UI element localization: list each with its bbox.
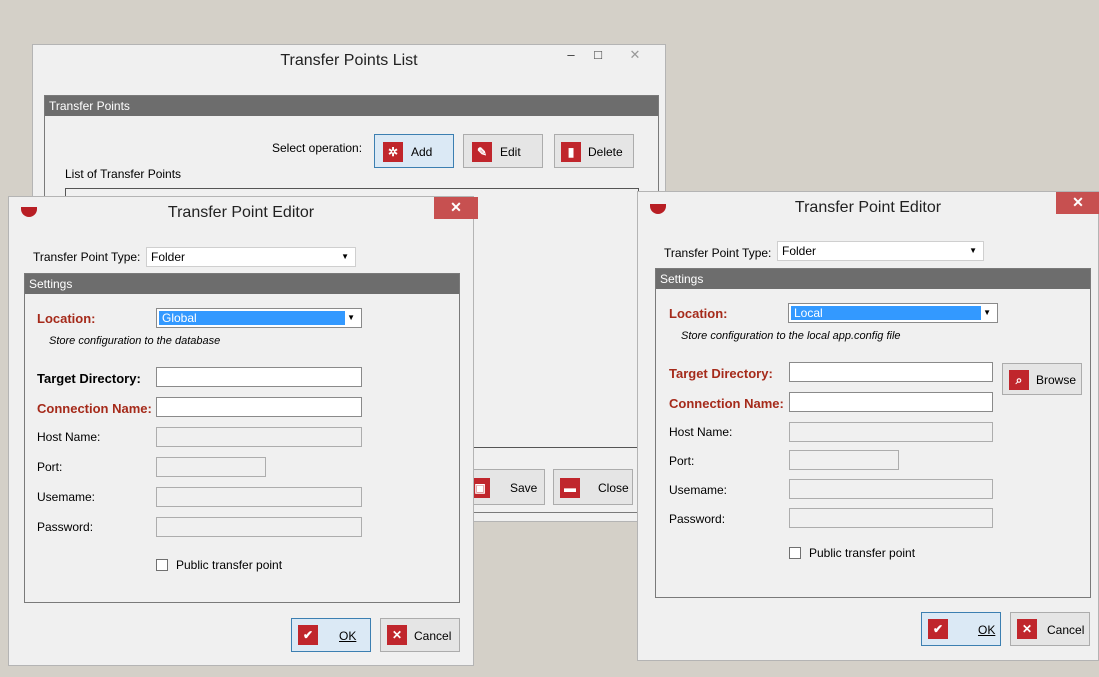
- checkmark-icon: ✔: [298, 625, 318, 645]
- ok-button[interactable]: ✔ OK: [291, 618, 371, 652]
- connection-name-input[interactable]: [789, 392, 993, 412]
- gear-icon: ✲: [383, 142, 403, 162]
- type-label: Transfer Point Type:: [664, 246, 772, 260]
- settings-header: Settings: [25, 274, 459, 294]
- ok-button-label: OK: [978, 623, 996, 637]
- type-select-value: Folder: [151, 250, 186, 264]
- cancel-button[interactable]: ✕ Cancel: [1010, 612, 1090, 646]
- checkmark-icon: ✔: [928, 619, 948, 639]
- host-name-label: Host Name:: [37, 430, 101, 444]
- location-note: Store configuration to the database: [49, 335, 221, 347]
- chevron-down-icon: ▼: [347, 313, 355, 322]
- type-select[interactable]: Folder ▼: [146, 247, 356, 267]
- group-header: Transfer Points: [45, 96, 658, 116]
- ok-button[interactable]: ✔ OK: [921, 612, 1001, 646]
- close-button-label: Close: [598, 481, 629, 495]
- public-transfer-point-label: Public transfer point: [176, 558, 283, 572]
- maximize-button[interactable]: □: [585, 45, 611, 67]
- target-directory-label: Target Directory:: [37, 371, 141, 386]
- browse-button-label: Browse: [1036, 373, 1077, 387]
- location-select-value: Global: [159, 311, 345, 325]
- type-select[interactable]: Folder ▼: [777, 241, 984, 261]
- port-input[interactable]: [789, 450, 899, 470]
- close-icon[interactable]: ✕: [1056, 192, 1099, 214]
- x-icon: ✕: [387, 625, 407, 645]
- public-transfer-point-checkbox[interactable]: [789, 547, 801, 559]
- save-button-label: Save: [510, 481, 538, 495]
- browse-button[interactable]: ⌕ Browse: [1002, 363, 1082, 395]
- add-button-label: Add: [411, 145, 433, 159]
- chevron-down-icon: ▼: [341, 252, 349, 261]
- transfer-point-editor-right: Transfer Point Editor ✕ Transfer Point T…: [637, 191, 1099, 661]
- password-input[interactable]: [789, 508, 993, 528]
- password-label: Password:: [669, 512, 726, 526]
- public-transfer-point-checkbox[interactable]: [156, 559, 168, 571]
- settings-group: Settings Location: Global ▼ Store config…: [24, 273, 460, 603]
- connection-name-label: Connection Name:: [37, 401, 152, 416]
- location-label: Location:: [669, 306, 728, 321]
- save-button[interactable]: ▣ Save: [465, 469, 545, 505]
- host-name-input[interactable]: [156, 427, 362, 447]
- ok-button-label: OK: [339, 629, 357, 643]
- editor-title: Transfer Point Editor: [167, 204, 315, 221]
- target-directory-input[interactable]: [156, 367, 362, 387]
- type-label: Transfer Point Type:: [33, 250, 141, 264]
- edit-icon: ✎: [472, 142, 492, 162]
- list-label: List of Transfer Points: [65, 167, 182, 181]
- cancel-button[interactable]: ✕ Cancel: [380, 618, 460, 652]
- location-note: Store configuration to the local app.con…: [681, 330, 901, 342]
- port-input[interactable]: [156, 457, 266, 477]
- type-select-value: Folder: [782, 244, 817, 258]
- close-button[interactable]: ✕: [613, 45, 657, 67]
- public-transfer-point-label: Public transfer point: [809, 546, 916, 560]
- password-label: Password:: [37, 520, 94, 534]
- close-icon[interactable]: ✕: [434, 197, 478, 219]
- delete-button-label: Delete: [588, 145, 623, 159]
- username-input[interactable]: [789, 479, 993, 499]
- delete-button[interactable]: ▮ Delete: [554, 134, 634, 168]
- chevron-down-icon: ▼: [969, 246, 977, 255]
- location-select[interactable]: Global ▼: [156, 308, 362, 328]
- x-icon: ✕: [1017, 619, 1037, 639]
- port-label: Port:: [669, 454, 695, 468]
- edit-button-label: Edit: [500, 145, 521, 159]
- location-label: Location:: [37, 311, 96, 326]
- connection-name-label: Connection Name:: [669, 396, 784, 411]
- close-window-icon: ▬: [560, 478, 580, 498]
- chevron-down-icon: ▼: [983, 308, 991, 317]
- port-label: Port:: [37, 460, 63, 474]
- target-directory-input[interactable]: [789, 362, 993, 382]
- settings-header: Settings: [656, 269, 1090, 289]
- folder-search-icon: ⌕: [1009, 370, 1029, 390]
- cancel-button-label: Cancel: [414, 629, 452, 643]
- select-operation-label: Select operation:: [272, 141, 363, 155]
- host-name-input[interactable]: [789, 422, 993, 442]
- add-button[interactable]: ✲ Add: [374, 134, 454, 168]
- username-label: Usemame:: [669, 483, 728, 497]
- target-directory-label: Target Directory:: [669, 366, 773, 381]
- host-name-label: Host Name:: [669, 425, 733, 439]
- settings-group: Settings Location: Local ▼ Store configu…: [655, 268, 1091, 598]
- password-input[interactable]: [156, 517, 362, 537]
- username-label: Usemame:: [37, 490, 96, 504]
- editor-title: Transfer Point Editor: [794, 199, 942, 216]
- location-select[interactable]: Local ▼: [788, 303, 998, 323]
- close-window-button[interactable]: ▬ Close: [553, 469, 633, 505]
- cancel-button-label: Cancel: [1047, 623, 1085, 637]
- connection-name-input[interactable]: [156, 397, 362, 417]
- username-input[interactable]: [156, 487, 362, 507]
- trash-icon: ▮: [561, 142, 581, 162]
- location-select-value: Local: [791, 306, 981, 320]
- minimize-button[interactable]: –: [558, 45, 584, 67]
- edit-button[interactable]: ✎ Edit: [463, 134, 543, 168]
- transfer-point-editor-left: Transfer Point Editor ✕ Transfer Point T…: [8, 196, 478, 666]
